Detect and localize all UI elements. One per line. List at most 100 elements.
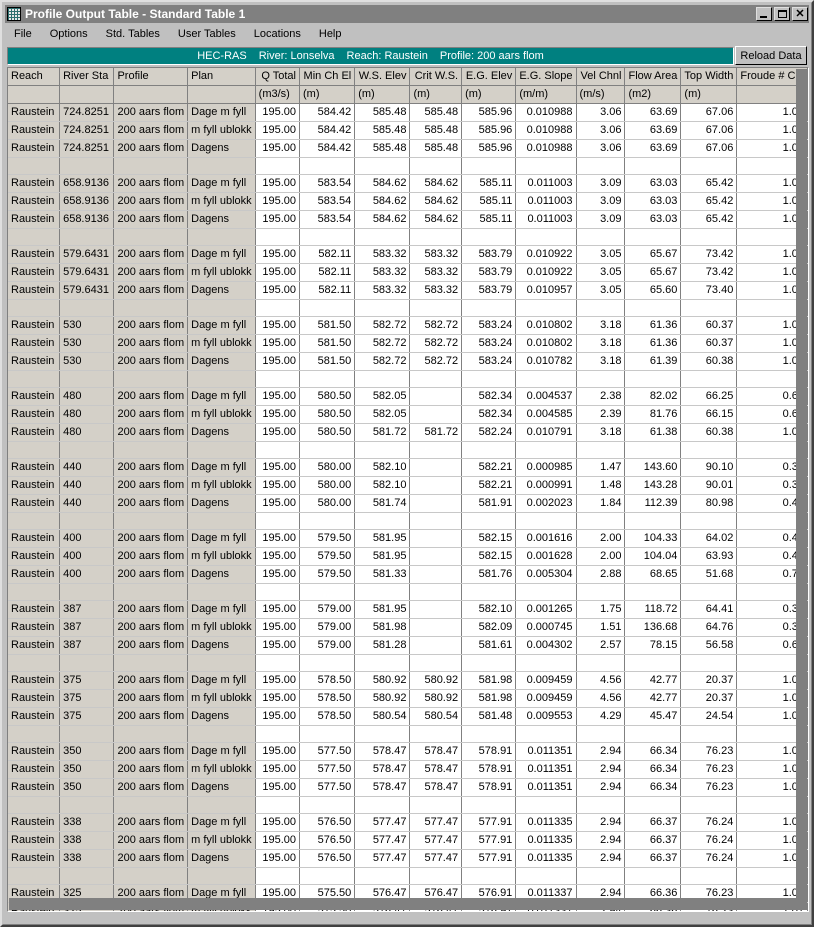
cell-crit_ws[interactable] (409, 547, 463, 566)
cell-q_total[interactable]: 195.00 (255, 121, 301, 140)
cell-plan[interactable] (187, 512, 256, 530)
table-row[interactable]: Raustein 387 200 aars flom Dage m fyll 195.0… (8, 600, 808, 619)
cell-reach[interactable] (8, 725, 61, 743)
cell-top_width[interactable]: 66.25 (680, 387, 738, 406)
cell-eg_elev[interactable]: 585.11 (461, 192, 517, 211)
cell-q_total[interactable]: 195.00 (255, 245, 301, 264)
cell-eg_slope[interactable] (515, 796, 577, 814)
cell-top_width[interactable]: 73.42 (680, 263, 738, 282)
cell-vel_chnl[interactable]: 3.09 (576, 174, 626, 193)
cell-reach[interactable]: Raustein (8, 689, 61, 708)
maximize-button[interactable] (774, 7, 790, 21)
cell-river_sta[interactable]: 400 (59, 565, 115, 584)
table-row[interactable]: Raustein 724.8251 200 aars flom m fyll ublo… (8, 121, 808, 140)
cell-q_total[interactable] (255, 654, 301, 672)
cell-eg_slope[interactable]: 0.011003 (515, 174, 577, 193)
cell-river_sta[interactable]: 724.8251 (59, 139, 115, 158)
cell-crit_ws[interactable]: 580.92 (409, 689, 463, 708)
cell-q_total[interactable]: 195.00 (255, 618, 301, 637)
cell-ws_elev[interactable]: 585.48 (354, 121, 411, 140)
cell-flow_area[interactable] (624, 796, 682, 814)
cell-crit_ws[interactable]: 584.62 (409, 210, 463, 229)
cell-ws_elev[interactable] (354, 299, 411, 317)
cell-top_width[interactable]: 67.06 (680, 139, 738, 158)
cell-profile[interactable]: 200 aars flom (113, 849, 189, 868)
cell-river_sta[interactable]: 530 (59, 352, 115, 371)
cell-top_width[interactable] (680, 796, 738, 814)
cell-q_total[interactable]: 195.00 (255, 600, 301, 619)
cell-ws_elev[interactable]: 582.10 (354, 458, 411, 477)
cell-reach[interactable]: Raustein (8, 387, 61, 406)
table-spacer-row[interactable] (8, 512, 808, 530)
table-row[interactable]: Raustein 440 200 aars flom Dagens 195.00 580.… (8, 494, 808, 513)
cell-eg_slope[interactable]: 0.010791 (515, 423, 577, 442)
cell-ws_elev[interactable]: 585.48 (354, 103, 411, 122)
cell-reach[interactable] (8, 370, 61, 388)
cell-river_sta[interactable]: 387 (59, 618, 115, 637)
cell-q_total[interactable] (255, 512, 301, 530)
table-row[interactable]: Raustein 375 200 aars flom m fyll ublokk 195… (8, 689, 808, 708)
cell-river_sta[interactable] (59, 370, 115, 388)
cell-q_total[interactable]: 195.00 (255, 458, 301, 477)
cell-crit_ws[interactable]: 577.47 (409, 849, 463, 868)
table-row[interactable]: Raustein 350 200 aars flom Dage m fyll 195.0… (8, 742, 808, 761)
table-row[interactable]: Raustein 480 200 aars flom Dage m fyll 195.0… (8, 387, 808, 406)
cell-flow_area[interactable]: 68.65 (624, 565, 682, 584)
cell-min_ch_el[interactable]: 581.50 (299, 334, 356, 353)
cell-vel_chnl[interactable]: 3.06 (576, 121, 626, 140)
cell-river_sta[interactable]: 375 (59, 671, 115, 690)
cell-flow_area[interactable]: 82.02 (624, 387, 682, 406)
cell-ws_elev[interactable]: 577.47 (354, 849, 411, 868)
cell-reach[interactable]: Raustein (8, 618, 61, 637)
cell-eg_elev[interactable]: 582.15 (461, 547, 517, 566)
cell-flow_area[interactable]: 112.39 (624, 494, 682, 513)
cell-min_ch_el[interactable]: 580.00 (299, 458, 356, 477)
cell-profile[interactable]: 200 aars flom (113, 387, 189, 406)
cell-eg_elev[interactable] (461, 228, 517, 246)
table-spacer-row[interactable] (8, 299, 808, 317)
column-header-vel_chnl[interactable]: Vel Chnl (576, 68, 626, 86)
cell-flow_area[interactable] (624, 867, 682, 885)
menu-item-options[interactable]: Options (41, 27, 97, 41)
profile-output-grid[interactable]: Reach River Sta Profile Plan Q Total Min Ch E… (7, 67, 809, 912)
cell-q_total[interactable]: 195.00 (255, 778, 301, 797)
cell-crit_ws[interactable]: 581.72 (409, 423, 463, 442)
cell-reach[interactable]: Raustein (8, 529, 61, 548)
cell-min_ch_el[interactable]: 580.50 (299, 405, 356, 424)
cell-top_width[interactable]: 63.93 (680, 547, 738, 566)
cell-ws_elev[interactable] (354, 725, 411, 743)
column-header-q_total[interactable]: Q Total (255, 68, 301, 86)
cell-ws_elev[interactable]: 578.47 (354, 760, 411, 779)
cell-ws_elev[interactable]: 584.62 (354, 192, 411, 211)
cell-plan[interactable]: Dagens (187, 281, 256, 300)
cell-plan[interactable]: Dagens (187, 636, 256, 655)
cell-q_total[interactable]: 195.00 (255, 742, 301, 761)
cell-vel_chnl[interactable]: 4.56 (576, 689, 626, 708)
cell-flow_area[interactable]: 136.68 (624, 618, 682, 637)
cell-crit_ws[interactable]: 582.72 (409, 334, 463, 353)
cell-q_total[interactable]: 195.00 (255, 529, 301, 548)
cell-min_ch_el[interactable] (299, 796, 356, 814)
cell-plan[interactable]: Dage m fyll (187, 671, 256, 690)
cell-flow_area[interactable]: 63.69 (624, 121, 682, 140)
cell-vel_chnl[interactable]: 3.18 (576, 423, 626, 442)
cell-eg_elev[interactable]: 578.91 (461, 742, 517, 761)
cell-ws_elev[interactable]: 581.72 (354, 423, 411, 442)
cell-profile[interactable]: 200 aars flom (113, 174, 189, 193)
cell-min_ch_el[interactable]: 584.42 (299, 103, 356, 122)
cell-profile[interactable]: 200 aars flom (113, 778, 189, 797)
cell-min_ch_el[interactable] (299, 725, 356, 743)
cell-crit_ws[interactable] (409, 299, 463, 317)
cell-crit_ws[interactable] (409, 725, 463, 743)
cell-eg_elev[interactable]: 581.98 (461, 689, 517, 708)
cell-top_width[interactable] (680, 441, 738, 459)
cell-min_ch_el[interactable]: 578.50 (299, 671, 356, 690)
cell-river_sta[interactable] (59, 867, 115, 885)
cell-vel_chnl[interactable]: 3.18 (576, 334, 626, 353)
table-row[interactable]: Raustein 338 200 aars flom Dagens 195.00 576.… (8, 849, 808, 868)
cell-crit_ws[interactable]: 583.32 (409, 281, 463, 300)
cell-q_total[interactable] (255, 583, 301, 601)
cell-eg_elev[interactable] (461, 796, 517, 814)
cell-top_width[interactable]: 24.54 (680, 707, 738, 726)
table-row[interactable]: Raustein 400 200 aars flom Dagens 195.00 579.… (8, 565, 808, 584)
